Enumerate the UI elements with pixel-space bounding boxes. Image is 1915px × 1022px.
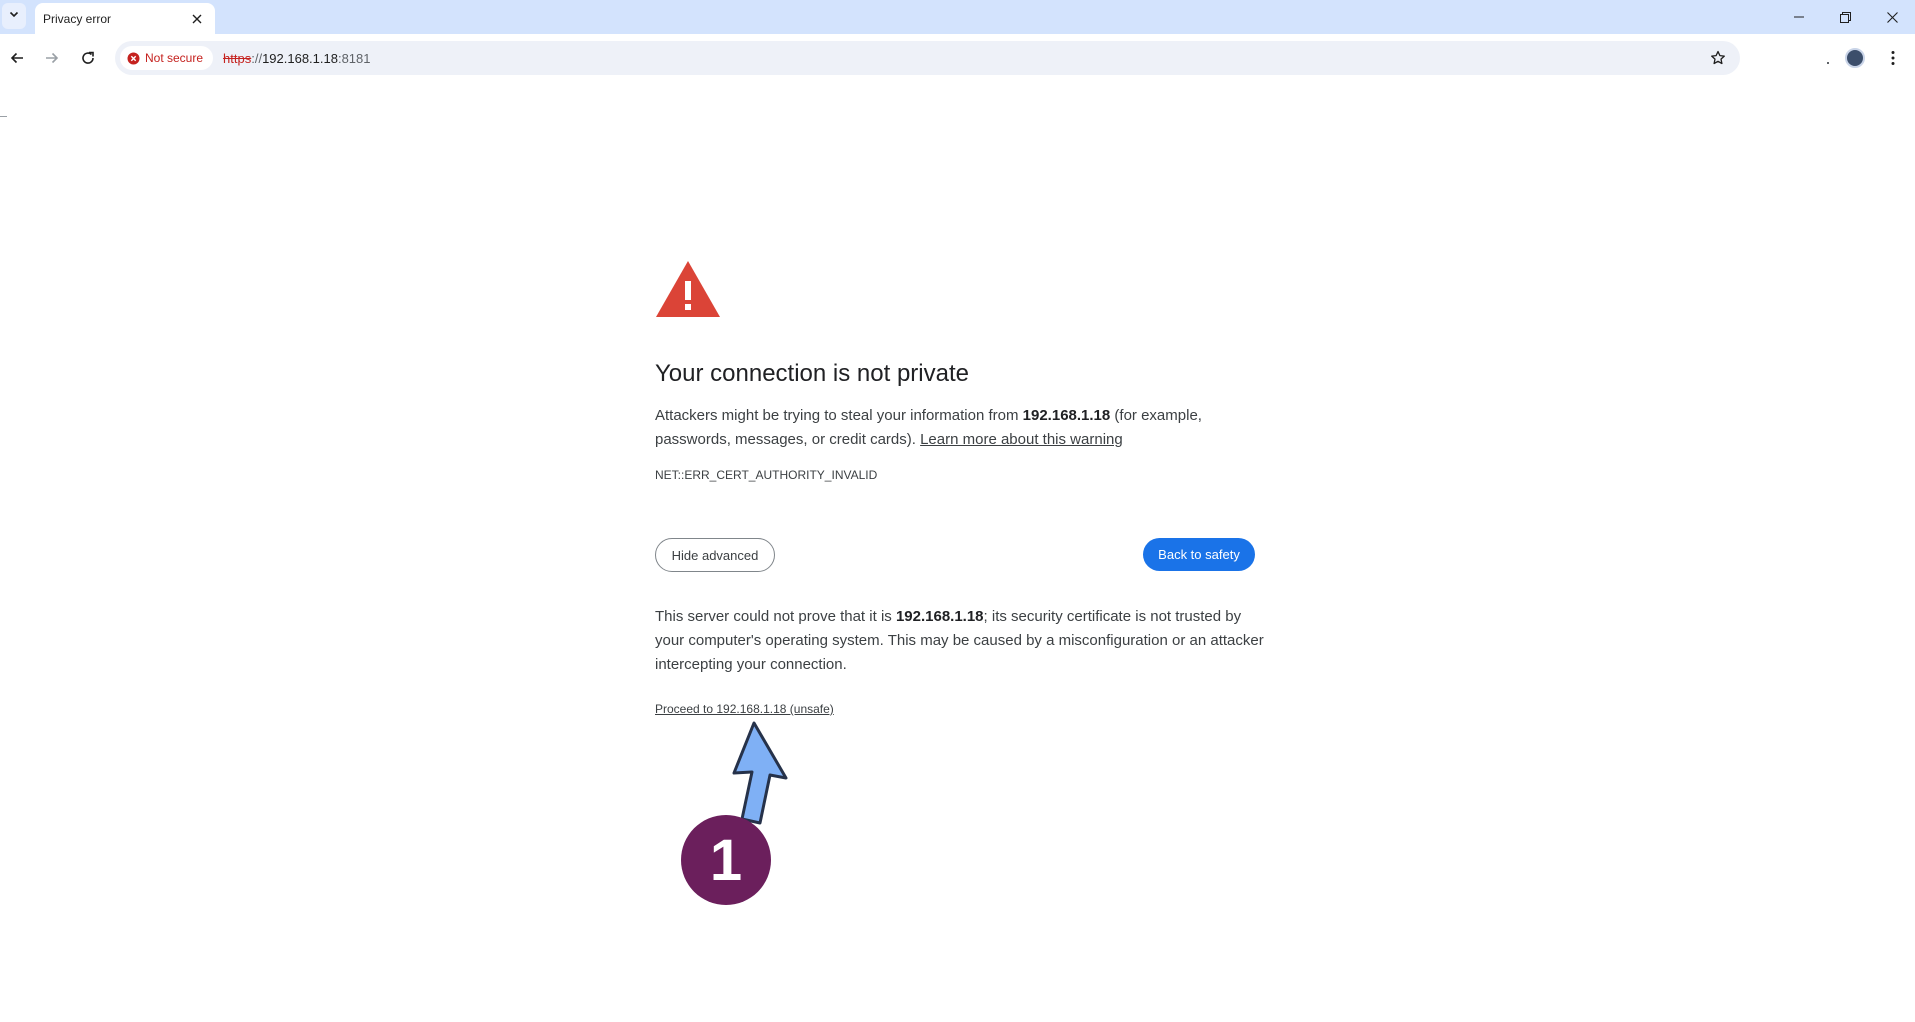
url-scheme: https	[223, 50, 252, 66]
browser-menu-button[interactable]	[1881, 46, 1905, 70]
extension-indicator	[1827, 62, 1829, 64]
tab-title: Privacy error	[43, 11, 112, 26]
close-icon	[1886, 11, 1898, 23]
browser-toolbar: Not secure https://192.168.1.18:8181	[0, 34, 1915, 82]
learn-more-link[interactable]: Learn more about this warning	[920, 431, 1123, 448]
warning-triangle-icon	[656, 261, 720, 317]
chevron-down-icon	[8, 7, 20, 25]
kebab-menu-icon	[1891, 51, 1895, 65]
forward-button[interactable]	[36, 42, 68, 74]
page-title: Your connection is not private	[655, 360, 969, 387]
back-button[interactable]	[1, 42, 33, 74]
star-outline-icon	[1711, 50, 1725, 65]
warning-description: Attackers might be trying to steal your …	[655, 404, 1255, 452]
details-text-prefix: This server could not prove that it is	[655, 608, 896, 625]
tab-strip: Privacy error	[0, 0, 1915, 34]
reload-icon	[82, 51, 94, 64]
restore-button[interactable]	[1822, 0, 1868, 34]
annotation-arrow-icon	[732, 721, 788, 825]
tab-close-button[interactable]	[189, 11, 205, 27]
url-separator: ://	[251, 50, 263, 66]
close-icon	[192, 14, 202, 23]
url-text[interactable]: https://192.168.1.18:8181	[223, 51, 370, 66]
close-window-button[interactable]	[1869, 0, 1915, 34]
profile-avatar[interactable]	[1845, 48, 1865, 68]
step-number-badge: 1	[681, 815, 771, 905]
url-host: 192.168.1.18	[262, 50, 338, 66]
error-circle-icon	[127, 52, 140, 64]
proceed-unsafe-link[interactable]: Proceed to 192.168.1.18 (unsafe)	[655, 702, 834, 716]
tab-search-button[interactable]	[2, 3, 26, 29]
page-edge-mark	[0, 116, 7, 117]
tab-privacy-error[interactable]: Privacy error	[35, 3, 215, 34]
address-bar[interactable]: Not secure https://192.168.1.18:8181	[115, 41, 1740, 75]
error-code: NET::ERR_CERT_AUTHORITY_INVALID	[655, 468, 878, 482]
hide-advanced-button[interactable]: Hide advanced	[655, 538, 775, 572]
advanced-details: This server could not prove that it is 1…	[655, 605, 1265, 677]
details-host: 192.168.1.18	[895, 608, 984, 625]
not-secure-chip[interactable]: Not secure	[120, 46, 214, 70]
minimize-button[interactable]	[1776, 0, 1822, 34]
arrow-left-icon	[10, 52, 23, 64]
url-port: :8181	[337, 50, 371, 66]
bookmark-button[interactable]	[1706, 46, 1730, 70]
minimize-icon	[1794, 16, 1804, 18]
back-to-safety-button[interactable]: Back to safety	[1143, 538, 1255, 571]
reload-button[interactable]	[72, 42, 104, 74]
warning-host: 192.168.1.18	[1022, 407, 1111, 424]
not-secure-label: Not secure	[145, 51, 204, 65]
restore-icon	[1839, 11, 1851, 23]
warning-text-prefix: Attackers might be trying to steal your …	[655, 407, 1023, 424]
arrow-right-icon	[46, 52, 59, 64]
